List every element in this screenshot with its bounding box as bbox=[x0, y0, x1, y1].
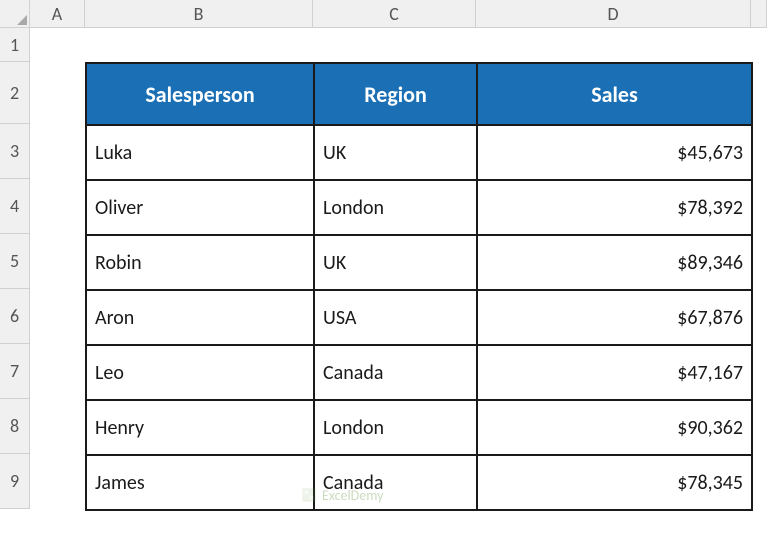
cell-A7[interactable] bbox=[30, 344, 85, 399]
cell-E8[interactable] bbox=[751, 399, 767, 454]
row-header-3[interactable]: 3 bbox=[0, 124, 30, 179]
row-header-1[interactable]: 1 bbox=[0, 28, 30, 62]
cell-region[interactable]: UK bbox=[314, 235, 477, 290]
cell-A1[interactable] bbox=[30, 28, 85, 62]
header-salesperson[interactable]: Salesperson bbox=[86, 63, 314, 125]
cell-D1[interactable] bbox=[476, 28, 751, 62]
row-header-9[interactable]: 9 bbox=[0, 454, 30, 509]
cell-A5[interactable] bbox=[30, 234, 85, 289]
cell-E1[interactable] bbox=[751, 28, 767, 62]
col-header-next[interactable] bbox=[751, 0, 767, 28]
row-header-6[interactable]: 6 bbox=[0, 289, 30, 344]
cell-C1[interactable] bbox=[313, 28, 476, 62]
data-table-wrap: Salesperson Region Sales Luka UK $45,673… bbox=[85, 62, 751, 509]
table-row[interactable]: Luka UK $45,673 bbox=[86, 125, 752, 180]
row-header-8[interactable]: 8 bbox=[0, 399, 30, 454]
data-table: Salesperson Region Sales Luka UK $45,673… bbox=[85, 62, 753, 511]
cell-salesperson[interactable]: Henry bbox=[86, 400, 314, 455]
header-sales[interactable]: Sales bbox=[477, 63, 752, 125]
cell-salesperson[interactable]: Oliver bbox=[86, 180, 314, 235]
row-header-7[interactable]: 7 bbox=[0, 344, 30, 399]
col-header-D[interactable]: D bbox=[476, 0, 751, 28]
cell-sales[interactable]: $78,392 bbox=[477, 180, 752, 235]
data-table-body: Luka UK $45,673 Oliver London $78,392 Ro… bbox=[86, 125, 752, 510]
table-row[interactable]: Oliver London $78,392 bbox=[86, 180, 752, 235]
select-all-corner[interactable] bbox=[0, 0, 30, 28]
cell-A8[interactable] bbox=[30, 399, 85, 454]
cell-E5[interactable] bbox=[751, 234, 767, 289]
cell-sales[interactable]: $67,876 bbox=[477, 290, 752, 345]
row-header-2[interactable]: 2 bbox=[0, 62, 30, 124]
col-header-C[interactable]: C bbox=[313, 0, 476, 28]
cell-E7[interactable] bbox=[751, 344, 767, 399]
cell-A9[interactable] bbox=[30, 454, 85, 509]
cell-A3[interactable] bbox=[30, 124, 85, 179]
cell-region[interactable]: UK bbox=[314, 125, 477, 180]
spreadsheet-grid: A B C D 1 2 3 4 5 6 7 8 9 Salesperson Re… bbox=[0, 0, 767, 509]
cell-salesperson[interactable]: Luka bbox=[86, 125, 314, 180]
cell-sales[interactable]: $90,362 bbox=[477, 400, 752, 455]
cell-A4[interactable] bbox=[30, 179, 85, 234]
table-row[interactable]: Leo Canada $47,167 bbox=[86, 345, 752, 400]
cell-salesperson[interactable]: Leo bbox=[86, 345, 314, 400]
table-row[interactable]: James Canada $78,345 bbox=[86, 455, 752, 510]
cell-sales[interactable]: $45,673 bbox=[477, 125, 752, 180]
cell-region[interactable]: London bbox=[314, 180, 477, 235]
cell-sales[interactable]: $47,167 bbox=[477, 345, 752, 400]
cell-A6[interactable] bbox=[30, 289, 85, 344]
cell-sales[interactable]: $78,345 bbox=[477, 455, 752, 510]
cell-E6[interactable] bbox=[751, 289, 767, 344]
cell-A2[interactable] bbox=[30, 62, 85, 124]
col-header-A[interactable]: A bbox=[30, 0, 85, 28]
cell-B1[interactable] bbox=[85, 28, 313, 62]
table-row[interactable]: Henry London $90,362 bbox=[86, 400, 752, 455]
cell-region[interactable]: London bbox=[314, 400, 477, 455]
cell-salesperson[interactable]: James bbox=[86, 455, 314, 510]
cell-E2[interactable] bbox=[751, 62, 767, 124]
cell-salesperson[interactable]: Aron bbox=[86, 290, 314, 345]
col-header-B[interactable]: B bbox=[85, 0, 313, 28]
table-row[interactable]: Aron USA $67,876 bbox=[86, 290, 752, 345]
cell-region[interactable]: Canada bbox=[314, 455, 477, 510]
cell-region[interactable]: USA bbox=[314, 290, 477, 345]
cell-region[interactable]: Canada bbox=[314, 345, 477, 400]
row-header-5[interactable]: 5 bbox=[0, 234, 30, 289]
cell-sales[interactable]: $89,346 bbox=[477, 235, 752, 290]
header-region[interactable]: Region bbox=[314, 63, 477, 125]
cell-salesperson[interactable]: Robin bbox=[86, 235, 314, 290]
cell-E3[interactable] bbox=[751, 124, 767, 179]
table-row[interactable]: Robin UK $89,346 bbox=[86, 235, 752, 290]
cell-E9[interactable] bbox=[751, 454, 767, 509]
row-header-4[interactable]: 4 bbox=[0, 179, 30, 234]
cell-E4[interactable] bbox=[751, 179, 767, 234]
